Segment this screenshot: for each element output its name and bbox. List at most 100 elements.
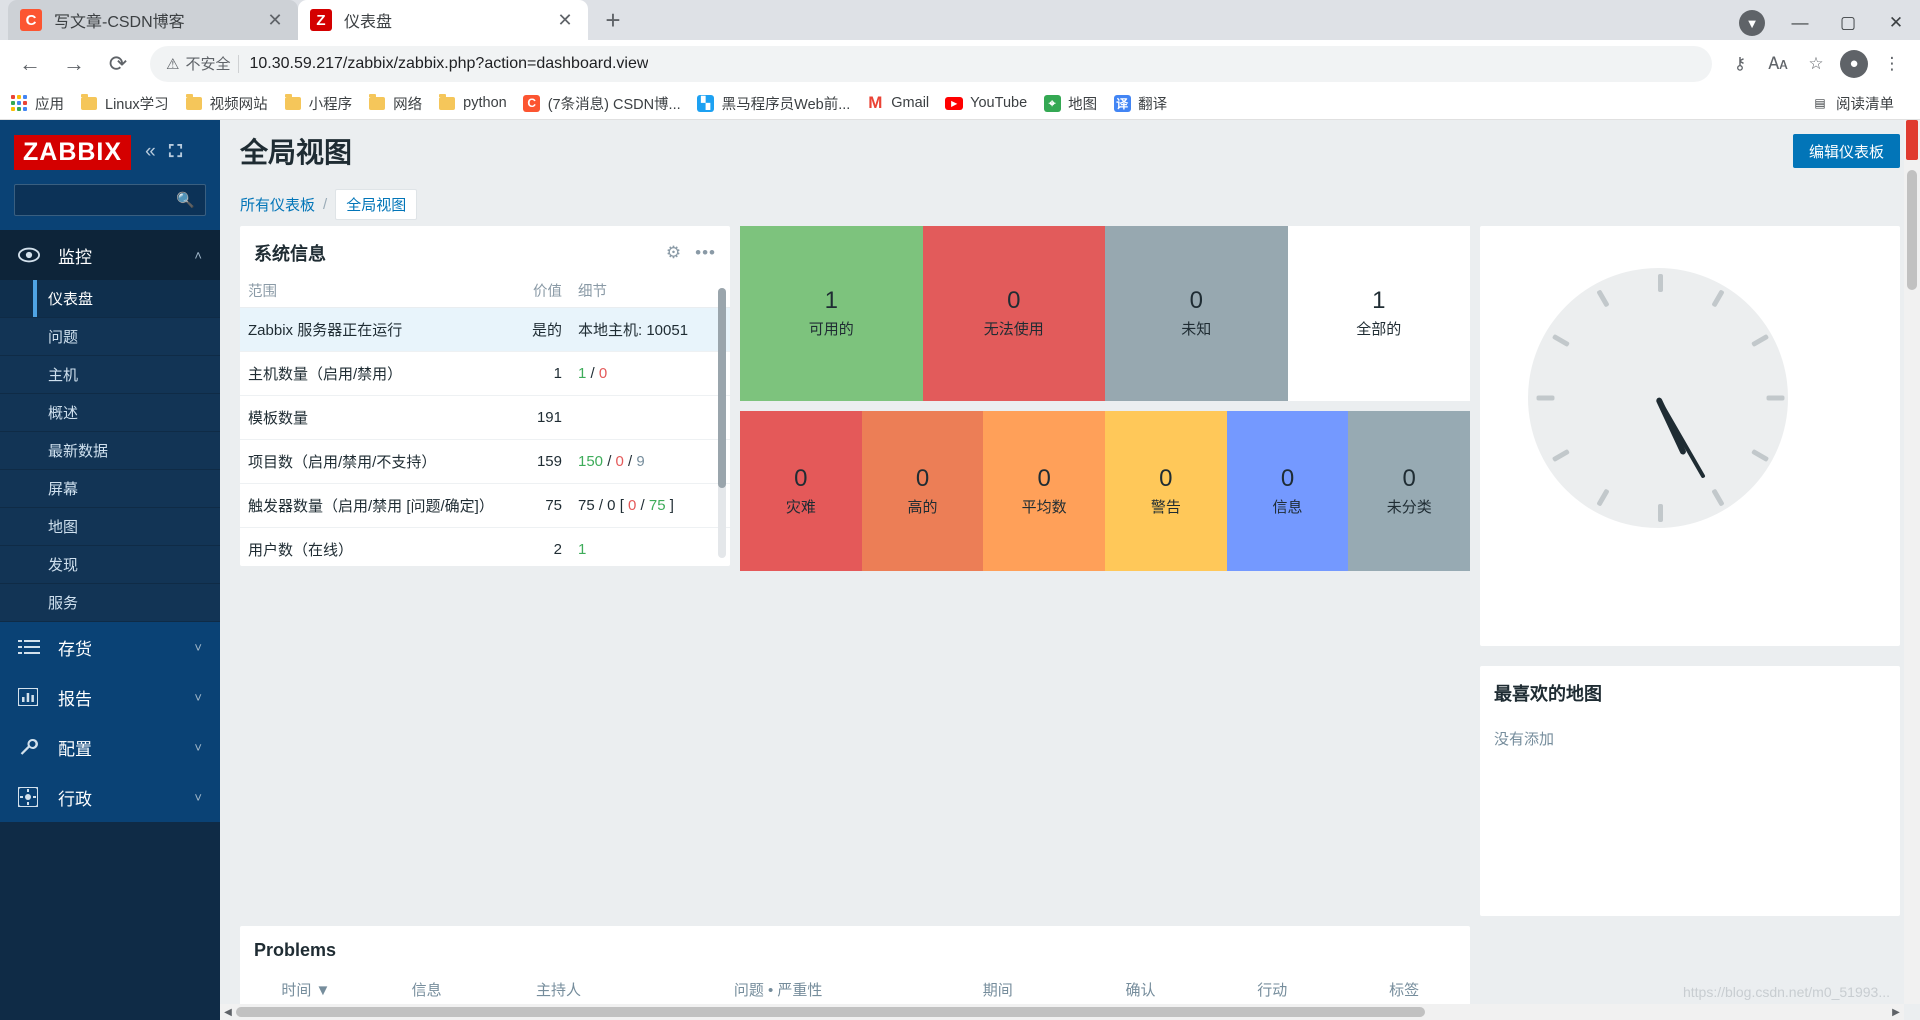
bookmark-apps[interactable]: 应用 bbox=[10, 93, 64, 114]
table-row: 项目数（启用/禁用/不支持） 159 150 / 0 / 9 bbox=[240, 439, 730, 485]
bookmark-translate[interactable]: 译 翻译 bbox=[1113, 93, 1167, 114]
page-vertical-scrollbar[interactable] bbox=[1904, 120, 1920, 1005]
host-availability-tile-available[interactable]: 1 可用的 bbox=[740, 226, 923, 402]
bookmark-csdn[interactable]: C (7条消息) CSDN博... bbox=[523, 93, 681, 114]
sidebar-item-problems[interactable]: 问题 bbox=[0, 318, 220, 357]
browser-tab-zabbix[interactable]: Z 仪表盘 ✕ bbox=[298, 0, 588, 40]
column-header-parameter: 范围 bbox=[240, 274, 500, 309]
sysinfo-value: 1 bbox=[500, 351, 570, 397]
minimize-window-button[interactable]: — bbox=[1776, 0, 1824, 46]
bookmark-label: (7条消息) CSDN博... bbox=[547, 96, 681, 113]
maximize-window-button[interactable]: ▢ bbox=[1824, 0, 1872, 46]
host-availability-tile-total[interactable]: 1 全部的 bbox=[1287, 226, 1470, 402]
wrench-icon bbox=[18, 737, 44, 757]
expand-sidebar-icon[interactable] bbox=[168, 143, 183, 162]
search-box[interactable]: 🔍 bbox=[14, 184, 206, 217]
search-input[interactable] bbox=[25, 192, 177, 209]
severity-tile-disaster[interactable]: 0 灾难 bbox=[740, 411, 862, 572]
bookmark-heima[interactable]: ▚ 黑马程序员Web前... bbox=[697, 93, 850, 114]
translate-icon[interactable]: 🗛 bbox=[1760, 46, 1796, 82]
profile-shield-icon[interactable]: ▼ bbox=[1728, 0, 1776, 46]
scroll-right-arrow[interactable]: ▶ bbox=[1888, 1007, 1904, 1018]
tab-title: 写文章-CSDN博客 bbox=[54, 14, 185, 31]
bookmark-gmail[interactable]: M Gmail bbox=[866, 93, 929, 112]
kebab-icon[interactable]: ••• bbox=[695, 243, 716, 263]
sidebar-item-inventory[interactable]: 存货 ˅ bbox=[0, 622, 220, 672]
bookmark-miniprogram[interactable]: 小程序 bbox=[284, 93, 352, 114]
search-icon[interactable]: 🔍 bbox=[176, 191, 195, 209]
chevron-down-icon: ˅ bbox=[194, 739, 202, 755]
clock-face bbox=[1528, 268, 1788, 529]
horizontal-scroll-track[interactable] bbox=[236, 1004, 1888, 1020]
sidebar-item-screens[interactable]: 屏幕 bbox=[0, 470, 220, 509]
severity-tile-high[interactable]: 0 高的 bbox=[861, 411, 984, 572]
bookmark-label: 应用 bbox=[35, 96, 64, 113]
sidebar-item-configuration[interactable]: 配置 ˅ bbox=[0, 722, 220, 772]
dashboard-header: 全局视图 编辑仪表板 bbox=[220, 120, 1920, 183]
breadcrumb-all-dashboards[interactable]: 所有仪表板 bbox=[240, 194, 315, 215]
sidebar-item-services[interactable]: 服务 bbox=[0, 584, 220, 623]
new-tab-button[interactable]: + bbox=[596, 3, 630, 37]
bookmark-network[interactable]: 网络 bbox=[368, 93, 422, 114]
close-tab-icon[interactable]: ✕ bbox=[554, 10, 576, 31]
sysinfo-parameter: 项目数（启用/禁用/不支持） bbox=[240, 439, 500, 485]
sidebar-item-discovery[interactable]: 发现 bbox=[0, 546, 220, 585]
sidebar-item-administration[interactable]: 行政 ˅ bbox=[0, 772, 220, 822]
sidebar-item-maps[interactable]: 地图 bbox=[0, 508, 220, 547]
not-secure-warning-icon: ⚠ bbox=[166, 55, 180, 73]
close-window-button[interactable]: ✕ bbox=[1872, 0, 1920, 46]
severity-tile-average[interactable]: 0 平均数 bbox=[983, 411, 1106, 572]
forward-button[interactable]: → bbox=[54, 44, 94, 84]
severity-tile-information[interactable]: 0 信息 bbox=[1226, 411, 1349, 572]
browser-tab-csdn[interactable]: C 写文章-CSDN博客 ✕ bbox=[8, 0, 298, 40]
scrollbar-marker bbox=[1906, 120, 1918, 161]
bookmark-python[interactable]: python bbox=[438, 93, 507, 112]
gear-icon[interactable]: ⚙ bbox=[666, 243, 681, 263]
widget-vertical-scrollbar[interactable] bbox=[718, 288, 726, 559]
system-information-scroll-area: 范围 价值 细节 Zabbix 服务器正在运行 是的 本地主机: 10051 主… bbox=[240, 274, 730, 560]
zabbix-logo[interactable]: ZABBIX bbox=[14, 134, 132, 170]
bookmark-maps[interactable]: ⌖ 地图 bbox=[1043, 93, 1097, 114]
scroll-left-arrow[interactable]: ◀ bbox=[220, 1007, 236, 1018]
right-rail: 最喜欢的地图 没有添加 bbox=[1480, 226, 1900, 917]
edit-dashboard-button[interactable]: 编辑仪表板 bbox=[1792, 134, 1900, 169]
page-horizontal-scrollbar[interactable]: ◀ ▶ bbox=[220, 1004, 1904, 1020]
table-row: 用户数（在线） 2 1 bbox=[240, 527, 730, 560]
sidebar-item-overview[interactable]: 概述 bbox=[0, 394, 220, 433]
sidebar-item-dashboard[interactable]: 仪表盘 bbox=[0, 280, 220, 319]
sidebar-item-hosts[interactable]: 主机 bbox=[0, 356, 220, 395]
browser-window: C 写文章-CSDN博客 ✕ Z 仪表盘 ✕ + ▼ — ▢ ✕ ← → ⟳ ⚠… bbox=[0, 0, 1920, 1020]
horizontal-scroll-thumb[interactable] bbox=[236, 1007, 1426, 1018]
reload-button[interactable]: ⟳ bbox=[98, 44, 138, 84]
dashboard-row-top: 系统信息 ⚙ ••• 范围 价值 细节 Zabbix 服务器正在运行 是的 本地… bbox=[240, 226, 1900, 917]
host-availability-tile-unknown[interactable]: 0 未知 bbox=[1105, 226, 1288, 402]
collapse-sidebar-icon[interactable]: « bbox=[145, 141, 156, 163]
back-button[interactable]: ← bbox=[10, 44, 50, 84]
bookmark-youtube[interactable]: ▶ YouTube bbox=[945, 94, 1027, 112]
tile-label: 平均数 bbox=[1021, 498, 1067, 516]
security-label: 不安全 bbox=[185, 56, 231, 74]
menu-kebab-icon[interactable]: ⋮ bbox=[1874, 46, 1910, 82]
sidebar-item-monitoring[interactable]: 监控 ˄ bbox=[0, 230, 220, 280]
host-availability-tile-not-available[interactable]: 0 无法使用 bbox=[922, 226, 1105, 402]
severity-tile-not-classified[interactable]: 0 未分类 bbox=[1348, 411, 1471, 572]
key-icon[interactable]: ⚷ bbox=[1722, 46, 1758, 82]
breadcrumb-current[interactable]: 全局视图 bbox=[335, 188, 418, 220]
reading-list-button[interactable]: ▤ 阅读清单 bbox=[1811, 93, 1894, 114]
close-tab-icon[interactable]: ✕ bbox=[264, 10, 286, 31]
sidebar-item-latest-data[interactable]: 最新数据 bbox=[0, 432, 220, 471]
tile-value: 1 bbox=[824, 287, 838, 315]
url-text: 10.30.59.217/zabbix/zabbix.php?action=da… bbox=[249, 54, 649, 72]
bookmark-label: python bbox=[463, 95, 507, 112]
vertical-scroll-thumb[interactable] bbox=[1907, 170, 1917, 291]
reading-list-icon: ▤ bbox=[1814, 96, 1826, 111]
address-bar[interactable]: ⚠ 不安全 10.30.59.217/zabbix/zabbix.php?act… bbox=[150, 45, 1712, 82]
chart-bar-icon bbox=[18, 688, 44, 707]
sidebar-item-label: 发现 bbox=[48, 557, 79, 575]
bookmark-linux[interactable]: Linux学习 bbox=[80, 93, 169, 114]
severity-tile-warning[interactable]: 0 警告 bbox=[1105, 411, 1227, 572]
profile-avatar-icon[interactable]: ● bbox=[1836, 46, 1872, 82]
star-icon[interactable]: ☆ bbox=[1798, 46, 1834, 82]
sidebar-item-reports[interactable]: 报告 ˅ bbox=[0, 672, 220, 722]
bookmark-video[interactable]: 视频网站 bbox=[185, 93, 268, 114]
